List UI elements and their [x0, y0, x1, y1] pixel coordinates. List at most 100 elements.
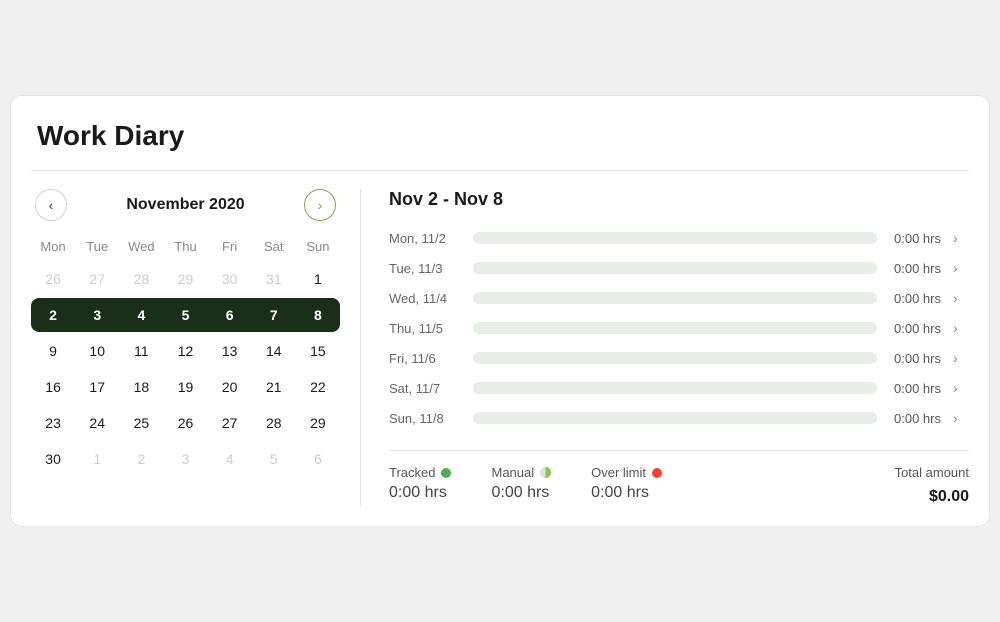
- diary-day-hours: 0:00 hrs: [889, 321, 941, 336]
- tracked-stat: Tracked 0:00 hrs: [389, 465, 451, 502]
- diary-day-hours: 0:00 hrs: [889, 411, 941, 426]
- calendar-day-cell[interactable]: 25: [119, 406, 163, 440]
- total-amount-label: Total amount: [895, 465, 969, 480]
- diary-progress-bar: [473, 382, 877, 394]
- calendar-day-header: Tue: [75, 235, 119, 258]
- calendar-day-cell[interactable]: 2: [31, 298, 75, 332]
- diary-day-label: Tue, 11/3: [389, 261, 461, 276]
- overlimit-dot: [652, 468, 662, 478]
- calendar-week[interactable]: 2627282930311: [31, 262, 340, 296]
- calendar-day-cell[interactable]: 21: [252, 370, 296, 404]
- diary-progress-bar: [473, 232, 877, 244]
- calendar-day-cell[interactable]: 29: [296, 406, 340, 440]
- calendar-day-cell[interactable]: 5: [252, 442, 296, 476]
- tracked-value: 0:00 hrs: [389, 484, 451, 502]
- page-title: Work Diary: [31, 120, 969, 152]
- diary-day-chevron-icon[interactable]: ›: [953, 320, 969, 336]
- calendar-header: ‹ November 2020 ›: [31, 189, 340, 221]
- diary-day-chevron-icon[interactable]: ›: [953, 260, 969, 276]
- calendar-day-cell[interactable]: 5: [163, 298, 207, 332]
- calendar-day-cell[interactable]: 16: [31, 370, 75, 404]
- tracked-label-text: Tracked: [389, 465, 435, 480]
- diary-day-row[interactable]: Wed, 11/40:00 hrs›: [389, 290, 969, 306]
- diary-day-row[interactable]: Sun, 11/8 0:00 hrs ›: [389, 410, 969, 426]
- diary-day-hours: 0:00 hrs: [889, 261, 941, 276]
- calendar-day-cell[interactable]: 22: [296, 370, 340, 404]
- diary-progress-bar: [473, 262, 877, 274]
- diary-day-hours: 0:00 hrs: [889, 291, 941, 306]
- calendar-day-cell[interactable]: 27: [208, 406, 252, 440]
- diary-day-chevron-icon[interactable]: ›: [953, 380, 969, 396]
- calendar-day-cell[interactable]: 30: [31, 442, 75, 476]
- diary-day-hours: 0:00 hrs: [889, 231, 941, 246]
- diary-day-chevron-icon[interactable]: ›: [953, 290, 969, 306]
- calendar-day-cell[interactable]: 30: [208, 262, 252, 296]
- diary-days-list: Mon, 11/20:00 hrs›Tue, 11/30:00 hrs›Wed,…: [389, 230, 969, 426]
- overlimit-value: 0:00 hrs: [591, 484, 662, 502]
- calendar-day-cell[interactable]: 23: [31, 406, 75, 440]
- diary-day-label: Mon, 11/2: [389, 231, 461, 246]
- calendar-next-button[interactable]: ›: [304, 189, 336, 221]
- calendar-day-cell[interactable]: 28: [119, 262, 163, 296]
- calendar-day-cell[interactable]: 6: [296, 442, 340, 476]
- calendar-week[interactable]: 23242526272829: [31, 406, 340, 440]
- calendar-day-cell[interactable]: 6: [208, 298, 252, 332]
- calendar-week[interactable]: 16171819202122: [31, 370, 340, 404]
- calendar-day-cell[interactable]: 24: [75, 406, 119, 440]
- calendar-day-cell[interactable]: 12: [163, 334, 207, 368]
- calendar-day-cell[interactable]: 2: [119, 442, 163, 476]
- calendar-day-header: Sat: [252, 235, 296, 258]
- manual-dot: [540, 467, 551, 478]
- diary-day-hours: 0:00 hrs: [889, 351, 941, 366]
- calendar-day-cell[interactable]: 1: [75, 442, 119, 476]
- calendar-grid: MonTueWedThuFriSatSun 262728293031123456…: [31, 235, 340, 476]
- diary-day-row[interactable]: Tue, 11/3 0:00 hrs ›: [389, 260, 969, 276]
- calendar-day-cell[interactable]: 26: [31, 262, 75, 296]
- calendar-week[interactable]: 9101112131415: [31, 334, 340, 368]
- calendar-day-cell[interactable]: 13: [208, 334, 252, 368]
- diary-day-label: Sun, 11/8: [389, 411, 461, 426]
- diary-day-chevron-icon[interactable]: ›: [953, 410, 969, 426]
- diary-period: Nov 2 - Nov 8: [389, 189, 969, 210]
- diary-day-hours: 0:00 hrs: [889, 381, 941, 396]
- calendar-day-cell[interactable]: 29: [163, 262, 207, 296]
- calendar-day-cell[interactable]: 27: [75, 262, 119, 296]
- calendar-day-cell[interactable]: 28: [252, 406, 296, 440]
- calendar-day-cell[interactable]: 10: [75, 334, 119, 368]
- manual-stat: Manual 0:00 hrs: [491, 465, 551, 502]
- calendar-days-header: MonTueWedThuFriSatSun: [31, 235, 340, 258]
- calendar-day-cell[interactable]: 11: [119, 334, 163, 368]
- calendar-day-cell[interactable]: 7: [252, 298, 296, 332]
- main-content: ‹ November 2020 › MonTueWedThuFriSatSun …: [31, 189, 969, 506]
- calendar-day-cell[interactable]: 17: [75, 370, 119, 404]
- calendar-day-cell[interactable]: 15: [296, 334, 340, 368]
- calendar-day-cell[interactable]: 4: [119, 298, 163, 332]
- calendar-day-header: Wed: [119, 235, 163, 258]
- calendar-week[interactable]: 30123456: [31, 442, 340, 476]
- calendar-day-cell[interactable]: 1: [296, 262, 340, 296]
- calendar-day-cell[interactable]: 9: [31, 334, 75, 368]
- calendar-day-cell[interactable]: 8: [296, 298, 340, 332]
- calendar-day-cell[interactable]: 19: [163, 370, 207, 404]
- calendar-week[interactable]: 2345678: [31, 298, 340, 332]
- diary-progress-bar: [473, 322, 877, 334]
- calendar-day-header: Thu: [163, 235, 207, 258]
- calendar-day-cell[interactable]: 31: [252, 262, 296, 296]
- diary-day-row[interactable]: Fri, 11/60:00 hrs›: [389, 350, 969, 366]
- calendar-day-cell[interactable]: 3: [163, 442, 207, 476]
- manual-value: 0:00 hrs: [491, 484, 551, 502]
- diary-day-row[interactable]: Thu, 11/50:00 hrs›: [389, 320, 969, 336]
- calendar-day-cell[interactable]: 4: [208, 442, 252, 476]
- calendar-day-cell[interactable]: 14: [252, 334, 296, 368]
- calendar-month-label: November 2020: [126, 196, 244, 214]
- calendar-prev-button[interactable]: ‹: [35, 189, 67, 221]
- diary-day-row[interactable]: Sat, 11/70:00 hrs›: [389, 380, 969, 396]
- diary-day-chevron-icon[interactable]: ›: [953, 350, 969, 366]
- calendar-day-cell[interactable]: 3: [75, 298, 119, 332]
- calendar-day-cell[interactable]: 20: [208, 370, 252, 404]
- diary-day-chevron-icon[interactable]: ›: [953, 230, 969, 246]
- calendar-day-cell[interactable]: 26: [163, 406, 207, 440]
- calendar-day-cell[interactable]: 18: [119, 370, 163, 404]
- diary-progress-bar: [473, 412, 877, 424]
- diary-day-row[interactable]: Mon, 11/2 0:00 hrs ›: [389, 230, 969, 246]
